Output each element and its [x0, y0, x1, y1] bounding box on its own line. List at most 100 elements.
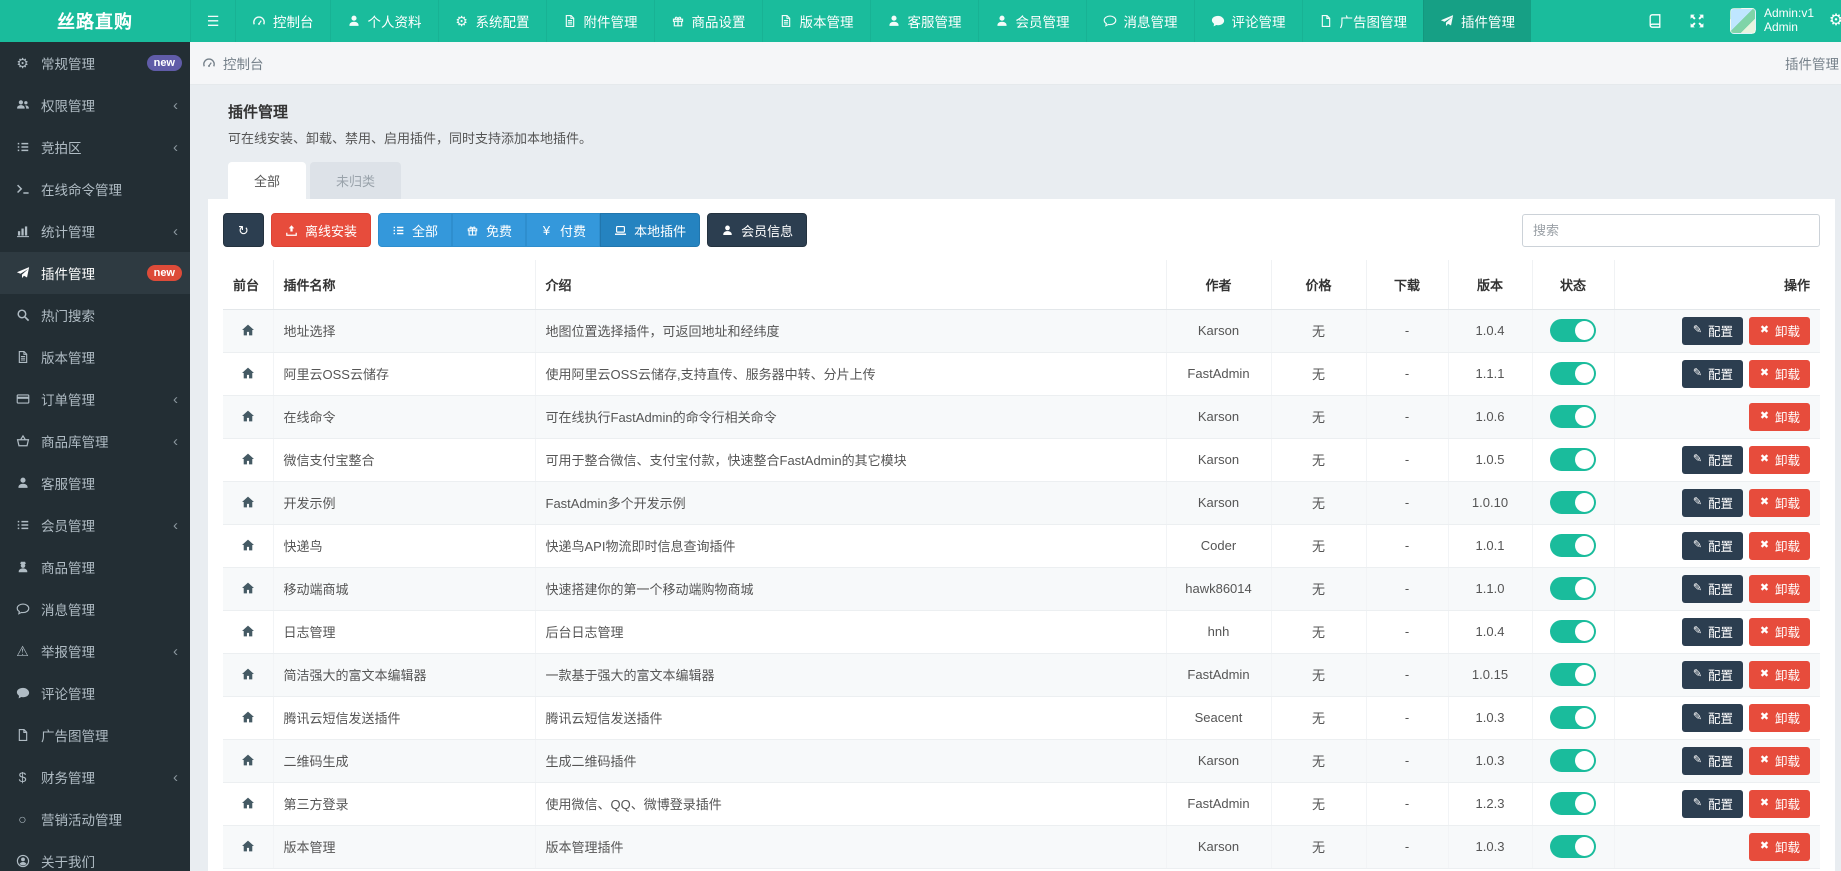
config-button[interactable]: ✎ 配置: [1681, 574, 1743, 603]
uninstall-button[interactable]: ✖ 卸载: [1748, 488, 1810, 517]
status-toggle[interactable]: [1550, 663, 1596, 686]
config-button[interactable]: ✎ 配置: [1681, 703, 1743, 732]
nav-item-个人资料[interactable]: 个人资料: [329, 0, 438, 42]
sidebar-item-消息管理[interactable]: 消息管理: [0, 588, 190, 630]
search-input[interactable]: [1522, 213, 1820, 247]
nav-item-会员管理[interactable]: 会员管理: [977, 0, 1086, 42]
home-icon[interactable]: [241, 366, 255, 380]
language-button[interactable]: [1636, 0, 1674, 42]
fullscreen-button[interactable]: [1678, 0, 1716, 42]
filter-local-button[interactable]: 本地插件: [600, 213, 701, 247]
nav-item-广告图管理[interactable]: 广告图管理: [1301, 0, 1424, 42]
sidebar-item-广告图管理[interactable]: 广告图管理: [0, 714, 190, 756]
sidebar-item-商品管理[interactable]: 商品管理: [0, 546, 190, 588]
nav-item-商品设置[interactable]: 商品设置: [653, 0, 762, 42]
sidebar-item-举报管理[interactable]: ⚠ 举报管理 ‹: [0, 630, 190, 672]
status-toggle[interactable]: [1550, 706, 1596, 729]
home-icon[interactable]: [241, 839, 255, 853]
brand-logo[interactable]: 丝路直购: [0, 0, 190, 42]
status-toggle[interactable]: [1550, 792, 1596, 815]
home-icon[interactable]: [241, 710, 255, 724]
home-icon[interactable]: [241, 796, 255, 810]
sidebar-item-订单管理[interactable]: 订单管理 ‹: [0, 378, 190, 420]
nav-item-插件管理[interactable]: 插件管理: [1423, 0, 1531, 42]
nav-item-消息管理[interactable]: 消息管理: [1085, 0, 1194, 42]
sidebar-item-权限管理[interactable]: 权限管理 ‹: [0, 84, 190, 126]
uninstall-button[interactable]: ✖ 卸载: [1748, 660, 1810, 689]
config-button[interactable]: ✎ 配置: [1681, 789, 1743, 818]
uninstall-button[interactable]: ✖ 卸载: [1748, 359, 1810, 388]
uninstall-button[interactable]: ✖ 卸载: [1748, 445, 1810, 474]
status-toggle[interactable]: [1550, 577, 1596, 600]
sidebar-item-插件管理[interactable]: 插件管理 new: [0, 252, 190, 294]
sidebar-item-营销活动管理[interactable]: ○ 营销活动管理: [0, 798, 190, 840]
status-toggle[interactable]: [1550, 491, 1596, 514]
nav-item-版本管理[interactable]: 版本管理: [761, 0, 870, 42]
filter-paid-button[interactable]: ¥ 付费: [526, 213, 601, 247]
uninstall-button[interactable]: ✖ 卸载: [1748, 746, 1810, 775]
home-icon[interactable]: [241, 323, 255, 337]
status-toggle[interactable]: [1550, 534, 1596, 557]
status-toggle[interactable]: [1550, 448, 1596, 471]
status-toggle[interactable]: [1550, 405, 1596, 428]
sidebar-item-会员管理[interactable]: 会员管理 ‹: [0, 504, 190, 546]
offline-install-button[interactable]: 离线安装: [271, 213, 372, 247]
sidebar-item-热门搜索[interactable]: 热门搜索: [0, 294, 190, 336]
uninstall-button[interactable]: ✖ 卸载: [1748, 316, 1810, 345]
status-toggle[interactable]: [1550, 835, 1596, 858]
tab-全部[interactable]: 全部: [228, 162, 307, 199]
member-info-button[interactable]: 会员信息: [707, 213, 808, 247]
home-icon[interactable]: [241, 409, 255, 423]
user-menu[interactable]: Admin:v1 Admin: [1720, 6, 1824, 35]
uninstall-button[interactable]: ✖ 卸载: [1748, 832, 1810, 861]
sidebar-item-评论管理[interactable]: 评论管理: [0, 672, 190, 714]
nav-item-系统配置[interactable]: ⚙ 系统配置: [437, 0, 546, 42]
sidebar-item-关于我们[interactable]: 关于我们: [0, 840, 190, 871]
home-icon[interactable]: [241, 452, 255, 466]
sidebar-item-客服管理[interactable]: 客服管理: [0, 462, 190, 504]
status-toggle[interactable]: [1550, 319, 1596, 342]
breadcrumb-dashboard-link[interactable]: 控制台: [202, 53, 264, 73]
uninstall-button[interactable]: ✖ 卸载: [1748, 402, 1810, 431]
nav-menu-toggle[interactable]: ☰: [190, 0, 235, 42]
tab-未归类[interactable]: 未归类: [310, 162, 402, 199]
home-icon[interactable]: [241, 538, 255, 552]
sidebar-item-在线命令管理[interactable]: 在线命令管理: [0, 168, 190, 210]
sidebar-item-竞拍区[interactable]: 竞拍区 ‹: [0, 126, 190, 168]
config-button[interactable]: ✎ 配置: [1681, 746, 1743, 775]
home-icon[interactable]: [241, 753, 255, 767]
nav-item-客服管理[interactable]: 客服管理: [869, 0, 978, 42]
uninstall-button[interactable]: ✖ 卸载: [1748, 617, 1810, 646]
filter-all-button[interactable]: 全部: [378, 213, 453, 247]
config-button[interactable]: ✎ 配置: [1681, 617, 1743, 646]
uninstall-button[interactable]: ✖ 卸载: [1748, 531, 1810, 560]
config-button[interactable]: ✎ 配置: [1681, 531, 1743, 560]
home-icon[interactable]: [241, 495, 255, 509]
config-button[interactable]: ✎ 配置: [1681, 660, 1743, 689]
uninstall-button[interactable]: ✖ 卸载: [1748, 703, 1810, 732]
config-button[interactable]: ✎ 配置: [1681, 445, 1743, 474]
config-button[interactable]: ✎ 配置: [1681, 488, 1743, 517]
nav-item-控制台[interactable]: 控制台: [235, 0, 330, 42]
config-button[interactable]: ✎ 配置: [1681, 359, 1743, 388]
status-toggle[interactable]: [1550, 620, 1596, 643]
nav-item-附件管理[interactable]: 附件管理: [545, 0, 654, 42]
status-toggle[interactable]: [1550, 749, 1596, 772]
home-icon[interactable]: [241, 581, 255, 595]
settings-gear-button[interactable]: ⚙: [1828, 0, 1841, 42]
status-toggle[interactable]: [1550, 362, 1596, 385]
sidebar-item-版本管理[interactable]: 版本管理: [0, 336, 190, 378]
sidebar-item-统计管理[interactable]: 统计管理 ‹: [0, 210, 190, 252]
home-icon[interactable]: [241, 624, 255, 638]
config-button[interactable]: ✎ 配置: [1681, 316, 1743, 345]
home-icon[interactable]: [241, 667, 255, 681]
sidebar-item-常规管理[interactable]: ⚙ 常规管理 new: [0, 42, 190, 84]
sidebar-item-商品库管理[interactable]: 商品库管理 ‹: [0, 420, 190, 462]
cell-author: FastAdmin: [1166, 352, 1272, 396]
uninstall-button[interactable]: ✖ 卸载: [1748, 574, 1810, 603]
filter-free-button[interactable]: 免费: [452, 213, 527, 247]
nav-item-评论管理[interactable]: 评论管理: [1193, 0, 1302, 42]
uninstall-button[interactable]: ✖ 卸载: [1748, 789, 1810, 818]
refresh-button[interactable]: ↻: [223, 213, 264, 247]
sidebar-item-财务管理[interactable]: $ 财务管理 ‹: [0, 756, 190, 798]
